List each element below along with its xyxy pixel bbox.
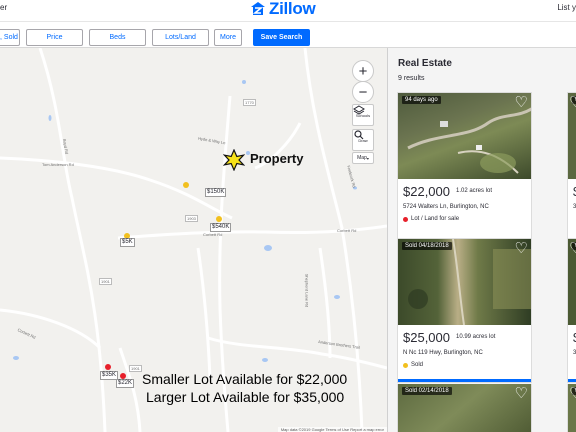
filter-bar: , Sold Price Beds Lots/Land More Save Se…	[0, 22, 576, 48]
zoom-in-button[interactable]: +	[352, 60, 374, 82]
price-filter[interactable]: Price	[26, 29, 83, 46]
listing-photo[interactable]: So ♡	[568, 239, 576, 325]
panel-title: Real Estate	[398, 58, 452, 69]
results-count: 9 results	[398, 75, 425, 82]
map-marker-dot[interactable]	[105, 364, 111, 370]
annotation-line-1: Smaller Lot Available for $22,000	[142, 371, 348, 387]
map-attribution[interactable]: Map data ©2019 Google Terms of Use Repor…	[277, 427, 387, 432]
status-text: Sold	[411, 362, 424, 368]
listing-badge: Sold 04/18/2018	[402, 242, 452, 250]
listing-photo[interactable]: So ♡	[568, 384, 576, 432]
home-type-filter[interactable]: Lots/Land	[152, 29, 209, 46]
star-icon	[223, 149, 245, 171]
aerial-photo	[408, 239, 531, 325]
listings-panel: Real Estate 9 results 94 days ago ♡ $22,…	[387, 48, 576, 432]
zoom-out-button[interactable]: −	[352, 81, 374, 103]
listing-acres: 1.02 acres lot	[456, 188, 493, 194]
heart-icon[interactable]: ♡	[515, 386, 528, 401]
map-marker-label[interactable]: $22K	[116, 379, 135, 388]
search-draw-icon	[354, 130, 364, 140]
map-marker-label[interactable]: $150K	[205, 188, 227, 197]
heart-icon[interactable]: ♡	[569, 386, 576, 401]
listing-card[interactable]: So ♡ $ 3	[567, 238, 576, 383]
map-view[interactable]: 1770 Hyde & Way Ln Tom Anderson Rd Boyd …	[0, 48, 387, 432]
zillow-logo[interactable]: Zillow	[250, 0, 316, 18]
map-marker-label[interactable]: $5K	[120, 238, 135, 247]
road-shield: 1901	[129, 365, 142, 372]
save-search-button[interactable]: Save Search	[253, 29, 310, 46]
listing-type-filter[interactable]: , Sold	[0, 29, 20, 46]
annotation-line-2: Larger Lot Available for $35,000	[146, 389, 345, 405]
listing-photo[interactable]: Sold 04/18/2018 ♡	[398, 239, 531, 325]
card-accent-bar	[398, 379, 531, 382]
listing-photo[interactable]: Sold 02/14/2018 ♡	[398, 384, 531, 432]
map-marker-label[interactable]: $540K	[210, 223, 232, 232]
listing-photo[interactable]: 94 days ago ♡	[398, 93, 531, 179]
listing-photo[interactable]: S ♡	[568, 93, 576, 179]
listing-price: $22,000	[403, 184, 450, 199]
map-type-button[interactable]: Map ▾	[352, 152, 374, 164]
status-text: Lot / Land for sale	[411, 216, 460, 222]
road-label: Corbett Rd	[203, 232, 223, 237]
listing-price: $25,000	[403, 330, 450, 345]
beds-filter[interactable]: Beds	[89, 29, 146, 46]
map-marker-dot[interactable]	[183, 182, 189, 188]
property-label: Property	[250, 151, 304, 166]
heart-icon[interactable]: ♡	[569, 241, 576, 256]
map-marker-dot[interactable]	[216, 216, 222, 222]
layers-icon	[353, 105, 365, 115]
draw-button[interactable]: Draw	[352, 129, 374, 151]
listing-acres: 10.99 acres lot	[456, 334, 496, 340]
listing-address: N Nc 119 Hwy, Burlington, NC	[403, 350, 483, 356]
listing-status: Sold	[403, 362, 423, 368]
header-left-text[interactable]: er	[0, 3, 7, 12]
list-your-rental-link[interactable]: List y	[557, 3, 576, 12]
road-label: Shepherd Lane Rd	[304, 273, 310, 308]
road-shield: 1770	[243, 99, 256, 106]
top-header: er Zillow List y	[0, 0, 576, 22]
zillow-z-icon	[251, 2, 265, 15]
listing-card[interactable]: So ♡	[567, 384, 576, 432]
map-type-label: Map	[357, 155, 367, 161]
listing-badge: Sold 02/14/2018	[402, 387, 452, 395]
listing-badge: 94 days ago	[402, 96, 441, 104]
aerial-photo	[407, 107, 531, 174]
road-shield: 1901	[99, 278, 112, 285]
status-dot	[403, 216, 408, 222]
chevron-down-icon: ▾	[366, 155, 369, 161]
schools-layer-button[interactable]: Schools	[352, 104, 374, 126]
road-shield: 1903	[185, 215, 198, 222]
status-dot	[403, 362, 408, 368]
road-label: Tom Anderson Rd	[42, 162, 74, 167]
heart-icon[interactable]: ♡	[515, 241, 528, 256]
heart-icon[interactable]: ♡	[569, 95, 576, 110]
listing-card[interactable]: Sold 04/18/2018 ♡ $25,000 10.99 acres lo…	[397, 238, 532, 383]
heart-icon[interactable]: ♡	[515, 95, 528, 110]
road-label: Corbett Rd	[337, 228, 357, 233]
listing-card[interactable]: Sold 02/14/2018 ♡	[397, 384, 532, 432]
more-filter[interactable]: More	[214, 29, 242, 46]
app-window: er Zillow List y , Sold Price Beds Lots/…	[0, 0, 576, 432]
card-accent-bar	[568, 379, 576, 382]
listing-address: 5724 Walters Ln, Burlington, NC	[403, 204, 489, 210]
logo-text: Zillow	[269, 0, 316, 18]
listing-status: Lot / Land for sale	[403, 216, 459, 222]
